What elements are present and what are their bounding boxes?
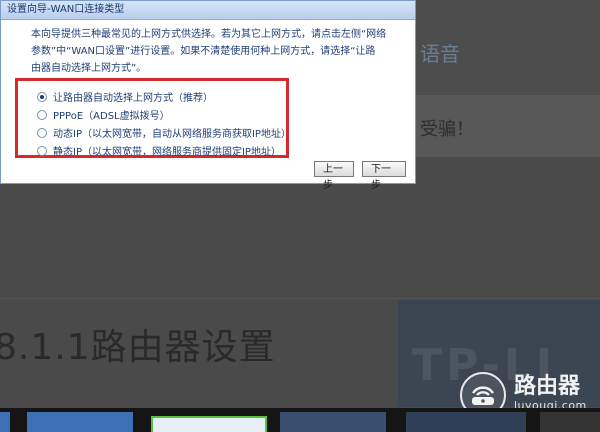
description-line: 本向导提供三种最常见的上网方式供选择。若为其它上网方式，请点击左侧“网络 xyxy=(31,29,387,40)
description-line: 由器自动选择上网方式”。 xyxy=(31,63,147,74)
dialog-title: 设置向导-WAN口连接类型 xyxy=(1,1,415,20)
option-label: 让路由器自动选择上网方式（推荐） xyxy=(53,93,213,104)
option-label: 动态IP（以太网宽带，自动从网络服务商获取IP地址） xyxy=(53,129,291,140)
radio-icon[interactable] xyxy=(37,109,47,120)
option-pppoe[interactable]: PPPoE（ADSL虚拟拨号） xyxy=(37,107,170,122)
option-dynamic-ip[interactable]: 动态IP（以太网宽带，自动从网络服务商获取IP地址） xyxy=(37,125,291,140)
thumbnail-selected[interactable] xyxy=(151,416,267,432)
wan-setup-dialog: 设置向导-WAN口连接类型 本向导提供三种最常见的上网方式供选择。若为其它上网方… xyxy=(0,0,416,191)
option-auto[interactable]: 让路由器自动选择上网方式（推荐） xyxy=(37,89,213,104)
bg-divider xyxy=(0,298,600,299)
description-line: 参数”中“WAN口设置”进行设置。如果不清楚使用何种上网方式，请选择“让路 xyxy=(31,46,376,57)
thumbnail[interactable] xyxy=(27,412,133,432)
dialog-description: 本向导提供三种最常见的上网方式供选择。若为其它上网方式，请点击左侧“网络 参数”… xyxy=(31,26,401,77)
next-button[interactable]: 下一步 xyxy=(362,161,406,191)
radio-icon[interactable] xyxy=(37,127,47,138)
thumbnail[interactable] xyxy=(280,412,386,432)
radio-icon[interactable] xyxy=(37,145,47,156)
thumbnail[interactable] xyxy=(540,412,600,432)
prev-button[interactable]: 上一步 xyxy=(314,161,354,191)
page-heading: 8.1.1路由器设置 xyxy=(0,327,276,368)
watermark-title: 路由器 xyxy=(514,374,581,399)
option-label: 静态IP（以太网宽带，网络服务商提供固定IP地址） xyxy=(53,147,281,158)
bg-partial-text-b: 受骗！ xyxy=(420,119,474,140)
option-static-ip[interactable]: 静态IP（以太网宽带，网络服务商提供固定IP地址） xyxy=(37,143,281,158)
option-label: PPPoE（ADSL虚拟拨号） xyxy=(53,111,170,122)
screen: 语音 受骗！ 8.1.1路由器设置 TP-LI 路由器 luyouqi.com … xyxy=(0,0,600,432)
bg-partial-text-a: 语音 xyxy=(420,42,460,66)
thumbnail[interactable] xyxy=(0,412,10,432)
thumbnail[interactable] xyxy=(406,412,526,432)
dialog-body: 本向导提供三种最常见的上网方式供选择。若为其它上网方式，请点击左侧“网络 参数”… xyxy=(1,20,415,77)
radio-selected-icon[interactable] xyxy=(37,91,47,102)
